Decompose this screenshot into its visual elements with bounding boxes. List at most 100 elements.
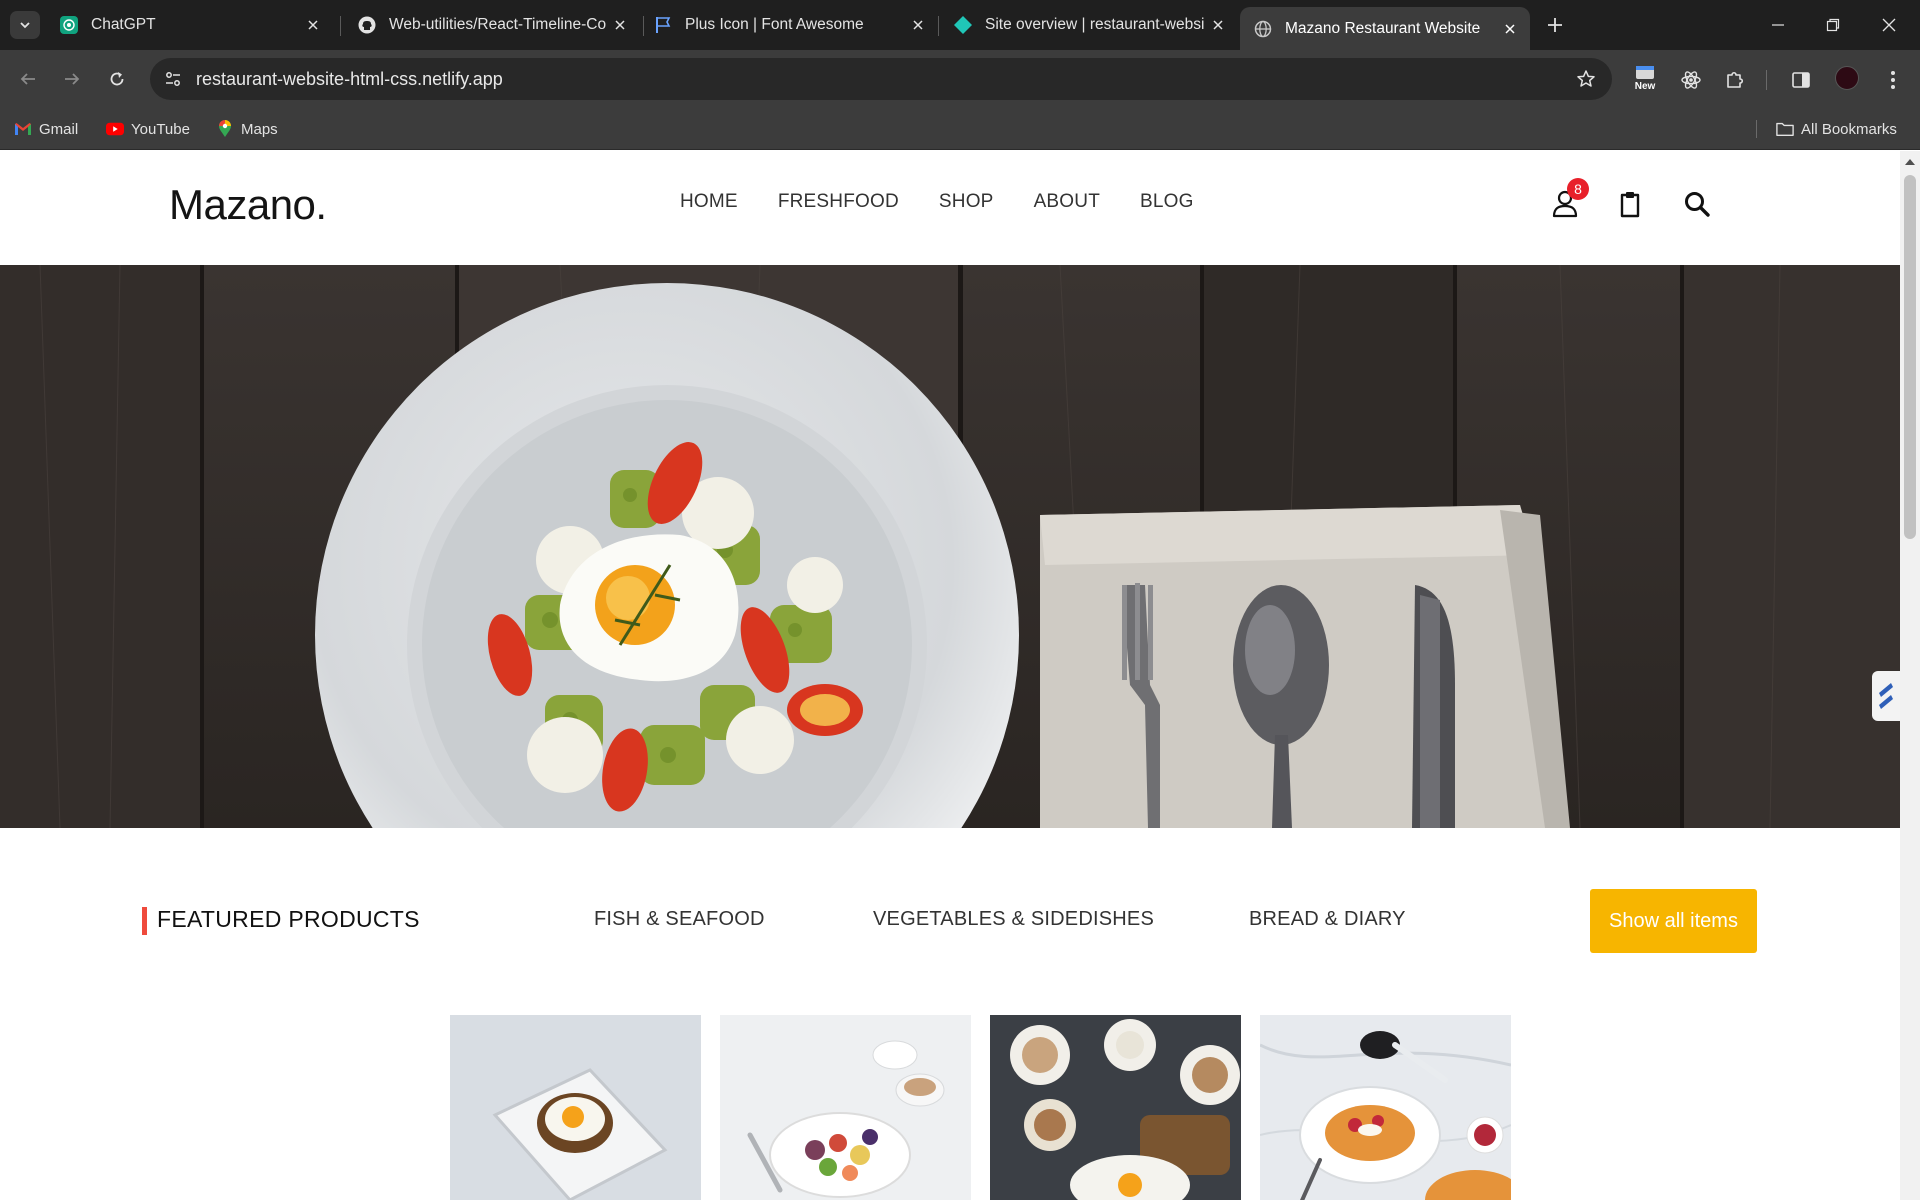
browser-tab-bar: ChatGPT Web-utilities/React-Timeline-Co …: [0, 0, 1920, 50]
tab-chatgpt[interactable]: ChatGPT: [46, 7, 333, 43]
bookmarks-divider: [1756, 120, 1757, 138]
close-icon: [1882, 18, 1896, 32]
tab-separator: [938, 16, 939, 36]
close-tab-icon[interactable]: [299, 11, 327, 39]
product-card[interactable]: [720, 1015, 971, 1200]
egg-toast-photo: [450, 1015, 701, 1200]
cart-button[interactable]: [1613, 187, 1647, 221]
nav-link-shop[interactable]: SHOP: [939, 191, 994, 213]
tab-font-awesome[interactable]: Plus Icon | Font Awesome: [640, 7, 938, 43]
tab-netlify[interactable]: Site overview | restaurant-websi: [940, 7, 1238, 43]
bookmark-youtube[interactable]: YouTube: [106, 118, 190, 140]
address-bar[interactable]: restaurant-website-html-css.netlify.app: [150, 58, 1612, 100]
featured-products-bar: FEATURED PRODUCTS FISH & SEAFOOD VEGETAB…: [0, 889, 1900, 953]
bookmark-label: YouTube: [131, 120, 190, 138]
bookmarks-bar: Gmail YouTube Maps All Bookmarks: [0, 108, 1920, 150]
extensions-button[interactable]: [1719, 64, 1751, 96]
main-nav: HOME FRESHFOOD SHOP ABOUT BLOG: [680, 191, 1234, 213]
plus-icon: [1548, 18, 1562, 32]
user-notification-badge: 8: [1567, 178, 1589, 200]
close-tab-icon[interactable]: [1204, 11, 1232, 39]
browser-toolbar: restaurant-website-html-css.netlify.app …: [0, 50, 1920, 108]
restore-icon: [1826, 18, 1840, 32]
product-card[interactable]: [450, 1015, 701, 1200]
coffee-breakfast-photo: [990, 1015, 1241, 1200]
site-header: Mazano. HOME FRESHFOOD SHOP ABOUT BLOG 8: [0, 151, 1900, 265]
filter-tab-vegetables-sidedishes[interactable]: VEGETABLES & SIDEDISHES: [873, 908, 1154, 931]
react-devtools-extension[interactable]: [1675, 64, 1707, 96]
pancakes-photo: [1260, 1015, 1511, 1200]
tab-mazano[interactable]: Mazano Restaurant Website: [1240, 7, 1530, 50]
scroll-up-arrow-icon[interactable]: [1905, 159, 1915, 165]
more-vertical-icon: [1891, 71, 1895, 89]
tab-github[interactable]: Web-utilities/React-Timeline-Co: [344, 7, 640, 43]
minimize-button[interactable]: [1751, 0, 1805, 50]
scrollbar-thumb[interactable]: [1904, 175, 1916, 539]
filter-tab-fish-seafood[interactable]: FISH & SEAFOOD: [594, 908, 765, 931]
tab-search-button[interactable]: [10, 11, 40, 39]
back-button[interactable]: [13, 64, 43, 94]
youtube-icon: [106, 121, 124, 137]
new-tab-button[interactable]: [1540, 11, 1570, 39]
folder-icon: [1776, 121, 1794, 137]
side-panel-icon: [1792, 72, 1810, 88]
forward-button[interactable]: [57, 64, 87, 94]
close-tab-icon[interactable]: [1496, 15, 1524, 43]
reload-button[interactable]: [102, 64, 132, 94]
search-icon: [1685, 192, 1710, 217]
gmail-icon: [14, 121, 32, 137]
arrow-right-icon: [65, 73, 80, 85]
page-scrollbar[interactable]: [1900, 151, 1920, 1200]
arrow-left-icon: [20, 73, 35, 85]
react-icon: [1681, 71, 1701, 89]
font-awesome-flag-icon: [654, 16, 672, 34]
netlify-icon: [954, 16, 972, 34]
product-card[interactable]: [1260, 1015, 1511, 1200]
minimize-icon: [1772, 24, 1784, 26]
bookmark-label: Gmail: [39, 120, 79, 138]
reload-icon: [110, 72, 124, 86]
browser-menu-button[interactable]: [1877, 64, 1909, 96]
show-all-items-button[interactable]: Show all items: [1590, 889, 1757, 953]
close-window-button[interactable]: [1862, 0, 1916, 50]
bookmark-label: Maps: [241, 120, 278, 138]
breakfast-bowl-photo: [720, 1015, 971, 1200]
url-text[interactable]: restaurant-website-html-css.netlify.app: [196, 69, 503, 90]
puzzle-icon: [1727, 71, 1744, 88]
tab-title: Plus Icon | Font Awesome: [685, 16, 864, 33]
restore-button[interactable]: [1806, 0, 1860, 50]
featured-accent-bar: [142, 907, 147, 935]
bookmark-maps[interactable]: Maps: [216, 118, 278, 140]
bookmark-gmail[interactable]: Gmail: [14, 118, 78, 140]
floating-side-widget[interactable]: [1872, 671, 1900, 721]
nav-link-home[interactable]: HOME: [680, 191, 738, 213]
close-tab-icon[interactable]: [606, 11, 634, 39]
hero-food-plate-illustration: [0, 265, 1900, 828]
globe-icon: [1254, 20, 1272, 38]
nav-link-about[interactable]: ABOUT: [1034, 191, 1100, 213]
new-badge-label: New: [1634, 81, 1656, 92]
profile-avatar[interactable]: [1835, 66, 1859, 90]
side-panel-button[interactable]: [1785, 64, 1817, 96]
stack-icon: [1879, 683, 1893, 709]
maps-icon: [216, 120, 234, 137]
github-icon: [358, 16, 376, 34]
tab-separator: [340, 16, 341, 36]
tab-title: Web-utilities/React-Timeline-Co: [389, 16, 606, 33]
nav-link-blog[interactable]: BLOG: [1140, 191, 1194, 213]
close-tab-icon[interactable]: [904, 11, 932, 39]
site-logo[interactable]: Mazano.: [169, 181, 327, 229]
filter-tab-bread-diary[interactable]: BREAD & DIARY: [1249, 908, 1406, 931]
site-info-icon[interactable]: [161, 67, 185, 91]
product-card[interactable]: [990, 1015, 1241, 1200]
tab-title: Site overview | restaurant-websi: [985, 16, 1204, 33]
chevron-down-icon: [20, 22, 30, 29]
nav-link-freshfood[interactable]: FRESHFOOD: [778, 191, 899, 213]
new-extension-button[interactable]: New: [1630, 64, 1660, 96]
all-bookmarks-button[interactable]: All Bookmarks: [1776, 118, 1897, 140]
chatgpt-icon: [60, 16, 78, 34]
all-bookmarks-label: All Bookmarks: [1801, 120, 1897, 138]
bookmark-star-icon[interactable]: [1574, 67, 1598, 91]
search-button[interactable]: [1680, 187, 1714, 221]
featured-products-title: FEATURED PRODUCTS: [157, 906, 420, 932]
